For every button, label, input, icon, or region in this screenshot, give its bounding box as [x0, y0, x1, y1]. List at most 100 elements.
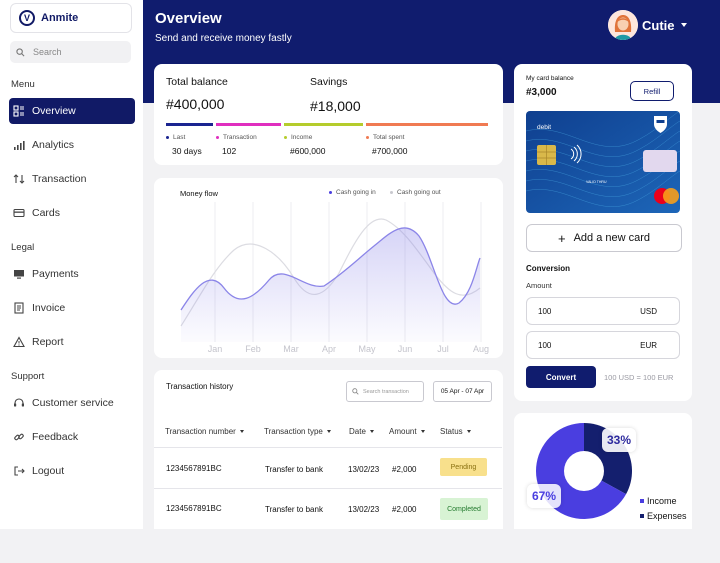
stat-dot — [216, 136, 219, 139]
stat-value: #600,000 — [290, 146, 326, 156]
sidebar-item-overview[interactable]: Overview — [9, 98, 135, 124]
sidebar-item-label: Logout — [32, 465, 65, 477]
date-range-picker[interactable]: 05 Apr - 07 Apr — [433, 381, 492, 402]
monitor-icon — [12, 267, 26, 281]
transaction-amount: #2,000 — [392, 465, 417, 474]
sidebar-item-logout[interactable]: Logout — [9, 458, 135, 484]
legend-income: Income — [640, 496, 677, 506]
user-menu[interactable]: Cutie — [608, 10, 687, 40]
month-label: Apr — [321, 344, 337, 354]
user-name: Cutie — [642, 17, 675, 33]
card-balance-value: #3,000 — [526, 87, 557, 98]
sort-caret-icon — [369, 430, 374, 433]
card-balance-label: My card balance — [526, 75, 574, 82]
savings-value: #18,000 — [310, 98, 361, 114]
legend-swatch — [640, 499, 644, 503]
transaction-search-input[interactable]: Search transaction — [346, 381, 424, 402]
sidebar-item-label: Analytics — [32, 139, 75, 151]
avatar — [608, 10, 638, 40]
stat-bar-total-spent — [366, 123, 488, 126]
column-amount[interactable]: Amount — [389, 427, 425, 436]
stat-value: 102 — [222, 146, 237, 156]
status-badge: Completed — [440, 498, 488, 520]
transaction-search-placeholder: Search transaction — [363, 388, 409, 395]
row-divider — [154, 447, 502, 448]
bar-chart-icon — [12, 138, 26, 152]
debit-card-image[interactable]: VALID THRU debit — [526, 111, 680, 213]
sidebar-item-analytics[interactable]: Analytics — [9, 132, 135, 158]
legend-expenses: Expenses — [640, 511, 687, 521]
search-icon — [16, 47, 25, 56]
transaction-history-title: Transaction history — [166, 382, 234, 391]
stat-bar-transaction — [216, 123, 281, 126]
stat-label: Income — [291, 134, 313, 141]
svg-text:VALID THRU: VALID THRU — [586, 180, 607, 184]
month-label: Jun — [397, 344, 413, 354]
card-graphic: VALID THRU debit — [526, 111, 680, 213]
donut-hole — [564, 451, 604, 491]
sort-caret-icon — [326, 430, 331, 433]
sidebar-item-transaction[interactable]: Transaction — [9, 166, 135, 192]
invoice-icon — [12, 301, 26, 315]
warning-triangle-icon — [12, 335, 26, 349]
to-amount-field[interactable]: 100 EUR — [526, 331, 680, 359]
from-amount-field[interactable]: 100 USD — [526, 297, 680, 325]
sidebar-item-label: Transaction — [32, 173, 87, 185]
column-date[interactable]: Date — [349, 427, 374, 436]
sidebar-item-payments[interactable]: Payments — [9, 261, 135, 287]
column-status[interactable]: Status — [440, 427, 471, 436]
cash-in-area — [181, 227, 480, 342]
transaction-amount: #2,000 — [392, 505, 417, 514]
logout-icon — [12, 464, 26, 478]
sidebar-item-invoice[interactable]: Invoice — [9, 295, 135, 321]
stat-label: Transaction — [223, 134, 257, 141]
month-label: May — [358, 344, 376, 354]
add-card-button[interactable]: + Add a new card — [526, 224, 682, 252]
page-subtitle: Send and receive money fastly — [155, 33, 292, 44]
stat-dot — [284, 136, 287, 139]
column-label: Transaction number — [165, 427, 236, 436]
sidebar-item-label: Overview — [32, 105, 76, 117]
legend-swatch — [640, 514, 644, 518]
headset-icon — [12, 396, 26, 410]
app-logo[interactable]: V Anmite — [10, 3, 132, 33]
status-badge: Pending — [440, 458, 487, 476]
money-flow-card: Money flow Cash going in Cash going out … — [154, 178, 503, 358]
sidebar-item-label: Customer service — [32, 397, 114, 409]
refill-button[interactable]: Refill — [630, 81, 674, 101]
page-title: Overview — [155, 10, 222, 27]
sidebar-item-cards[interactable]: Cards — [9, 200, 135, 226]
support-section-label: Support — [11, 371, 45, 382]
expenses-percentage: 33% — [602, 428, 636, 452]
stat-dot — [366, 136, 369, 139]
balance-card: Total balance #400,000 Savings #18,000 L… — [154, 64, 503, 165]
stat-total-spent: Total spent #700,000 — [366, 134, 407, 156]
convert-button[interactable]: Convert — [526, 366, 596, 388]
sidebar-item-label: Payments — [32, 268, 79, 280]
transaction-date: 13/02/23 — [348, 465, 380, 474]
sidebar-item-label: Report — [32, 336, 64, 348]
column-transaction-type[interactable]: Transaction type — [264, 427, 331, 436]
transaction-number: 1234567891BC — [166, 504, 222, 513]
column-transaction-number[interactable]: Transaction number — [165, 427, 244, 436]
to-amount-value: 100 — [538, 340, 552, 350]
search-input[interactable]: Search — [10, 41, 131, 63]
stat-transaction: Transaction 102 — [216, 134, 257, 156]
sidebar-item-feedback[interactable]: Feedback — [9, 424, 135, 450]
swap-arrows-icon — [12, 172, 26, 186]
add-card-label: Add a new card — [573, 232, 651, 244]
sidebar-item-report[interactable]: Report — [9, 329, 135, 355]
stat-dot — [166, 136, 169, 139]
transaction-history-card: Transaction history Search transaction 0… — [154, 370, 503, 529]
app-name: Anmite — [41, 12, 79, 24]
stat-bar-income — [284, 123, 363, 126]
sort-caret-icon — [420, 430, 425, 433]
month-label: Aug — [472, 344, 490, 354]
total-balance-label: Total balance — [166, 76, 228, 88]
income-expense-card: 33% 67% Income Expenses — [514, 413, 692, 529]
stat-value: 30 days — [172, 146, 202, 156]
sidebar-item-customer-service[interactable]: Customer service — [9, 390, 135, 416]
transaction-type: Transfer to bank — [265, 505, 323, 514]
chevron-down-icon — [680, 23, 687, 27]
sidebar-item-label: Invoice — [32, 302, 66, 314]
